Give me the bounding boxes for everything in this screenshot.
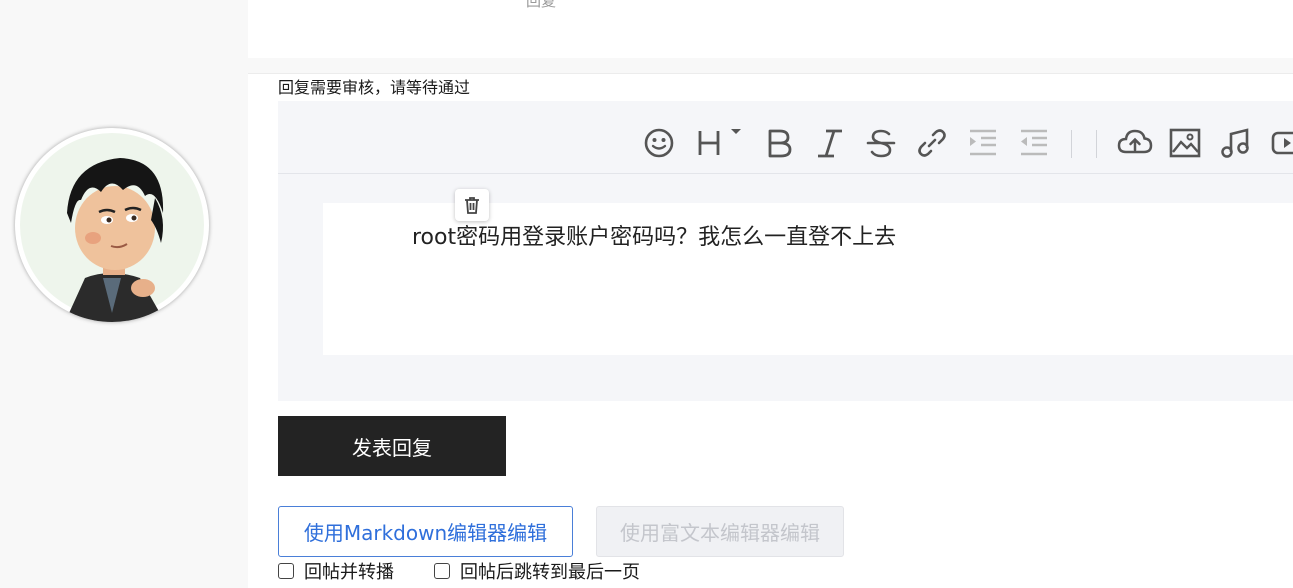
bold-icon[interactable] xyxy=(762,126,796,160)
repost-label: 回帖并转播 xyxy=(304,562,394,583)
jump-option: 回帖后跳转到最后一页 xyxy=(434,560,640,583)
reply-editor: root密码用登录账户密码吗？我怎么一直登不上去 xyxy=(278,101,1293,401)
outdent-icon[interactable] xyxy=(1017,126,1051,160)
reply-link[interactable]: 回复 xyxy=(526,0,556,11)
avatar xyxy=(15,128,209,322)
link-icon[interactable] xyxy=(915,126,949,160)
trash-icon xyxy=(465,197,479,214)
richtext-editor-button: 使用富文本编辑器编辑 xyxy=(596,506,844,557)
submit-reply-button[interactable]: 发表回复 xyxy=(278,416,506,476)
heading-icon[interactable] xyxy=(694,126,744,160)
post-divider xyxy=(248,58,1293,74)
previous-post-card: 回复 xyxy=(248,0,1293,58)
music-icon[interactable] xyxy=(1219,126,1253,160)
image-icon[interactable] xyxy=(1168,126,1202,160)
upload-icon[interactable] xyxy=(1116,126,1154,160)
jump-last-page-checkbox[interactable] xyxy=(434,563,450,579)
delete-block-button[interactable] xyxy=(455,189,489,221)
italic-icon[interactable] xyxy=(813,126,847,160)
toolbar-divider xyxy=(1071,130,1072,158)
moderation-notice: 回复需要审核，请等待通过 xyxy=(278,78,471,97)
jump-label: 回帖后跳转到最后一页 xyxy=(460,562,640,583)
editor-content[interactable]: root密码用登录账户密码吗？我怎么一直登不上去 xyxy=(323,189,1293,355)
repost-checkbox[interactable] xyxy=(278,563,294,579)
repost-option: 回帖并转播 xyxy=(278,560,394,583)
toolbar-divider xyxy=(1096,130,1097,158)
video-icon[interactable] xyxy=(1270,126,1293,160)
markdown-editor-button[interactable]: 使用Markdown编辑器编辑 xyxy=(278,506,573,557)
editor-toolbar xyxy=(278,101,1293,174)
editor-text[interactable]: root密码用登录账户密码吗？我怎么一直登不上去 xyxy=(412,223,896,253)
indent-icon[interactable] xyxy=(966,126,1000,160)
strikethrough-icon[interactable] xyxy=(864,126,898,160)
emoji-icon[interactable] xyxy=(642,126,676,160)
